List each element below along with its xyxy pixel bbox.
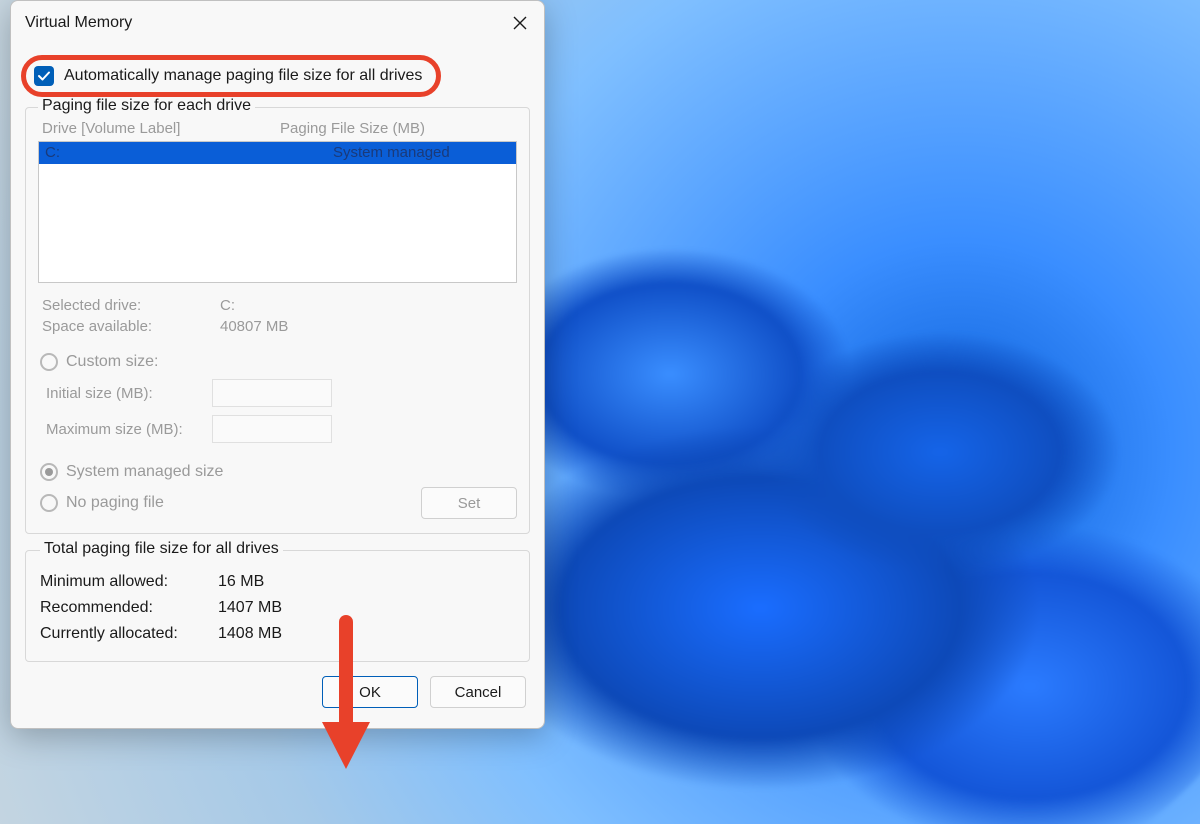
dialog-button-row: OK Cancel: [25, 662, 530, 712]
check-icon: [37, 69, 51, 83]
selected-drive-label: Selected drive:: [42, 297, 220, 314]
drive-list[interactable]: C: System managed: [38, 141, 517, 283]
system-managed-label: System managed size: [66, 463, 223, 481]
total-paging-group: Total paging file size for all drives Mi…: [25, 550, 530, 662]
drive-row-label: C:: [45, 142, 333, 164]
ok-button[interactable]: OK: [322, 676, 418, 708]
initial-size-input[interactable]: [212, 379, 332, 407]
recommended-row: Recommended: 1407 MB: [40, 595, 515, 621]
maximum-size-input[interactable]: [212, 415, 332, 443]
recommended-value: 1407 MB: [218, 599, 282, 617]
paging-per-drive-group: Paging file size for each drive Drive [V…: [25, 107, 530, 534]
group-legend-total: Total paging file size for all drives: [40, 540, 283, 558]
initial-size-row: Initial size (MB):: [38, 375, 517, 411]
dialog-title: Virtual Memory: [25, 14, 132, 32]
maximum-size-label: Maximum size (MB):: [46, 421, 212, 438]
close-button[interactable]: [506, 9, 534, 37]
drive-list-header: Drive [Volume Label] Paging File Size (M…: [38, 120, 517, 141]
cancel-button[interactable]: Cancel: [430, 676, 526, 708]
annotation-highlight: Automatically manage paging file size fo…: [21, 55, 441, 97]
minimum-allowed-row: Minimum allowed: 16 MB: [40, 569, 515, 595]
initial-size-label: Initial size (MB):: [46, 385, 212, 402]
desktop: Virtual Memory Automatically manage pagi…: [0, 0, 1200, 824]
virtual-memory-dialog: Virtual Memory Automatically manage pagi…: [10, 0, 545, 729]
custom-size-radio-row[interactable]: Custom size:: [38, 349, 517, 375]
drive-row-size: System managed: [333, 142, 510, 164]
auto-manage-label: Automatically manage paging file size fo…: [64, 67, 422, 85]
drive-row[interactable]: C: System managed: [39, 142, 516, 164]
selected-drive-value: C:: [220, 297, 235, 314]
system-managed-radio[interactable]: [40, 463, 58, 481]
no-paging-label: No paging file: [66, 494, 164, 512]
minimum-allowed-value: 16 MB: [218, 573, 264, 591]
currently-allocated-label: Currently allocated:: [40, 625, 218, 643]
custom-size-label: Custom size:: [66, 353, 158, 371]
dialog-body: Automatically manage paging file size fo…: [11, 45, 544, 728]
maximum-size-row: Maximum size (MB):: [38, 411, 517, 447]
column-size: Paging File Size (MB): [280, 120, 513, 137]
recommended-label: Recommended:: [40, 599, 218, 617]
system-managed-radio-row[interactable]: System managed size: [38, 459, 517, 485]
auto-manage-checkbox[interactable]: [34, 66, 54, 86]
space-available-label: Space available:: [42, 318, 220, 335]
space-available-row: Space available: 40807 MB: [38, 316, 517, 337]
custom-size-radio[interactable]: [40, 353, 58, 371]
no-paging-radio-row[interactable]: No paging file: [38, 490, 421, 516]
currently-allocated-value: 1408 MB: [218, 625, 282, 643]
minimum-allowed-label: Minimum allowed:: [40, 573, 218, 591]
column-drive: Drive [Volume Label]: [42, 120, 280, 137]
set-button[interactable]: Set: [421, 487, 517, 519]
currently-allocated-row: Currently allocated: 1408 MB: [40, 621, 515, 647]
no-paging-radio[interactable]: [40, 494, 58, 512]
selected-drive-row: Selected drive: C:: [38, 295, 517, 316]
dialog-titlebar: Virtual Memory: [11, 1, 544, 45]
group-legend-each-drive: Paging file size for each drive: [38, 97, 255, 115]
space-available-value: 40807 MB: [220, 318, 288, 335]
close-icon: [513, 16, 527, 30]
